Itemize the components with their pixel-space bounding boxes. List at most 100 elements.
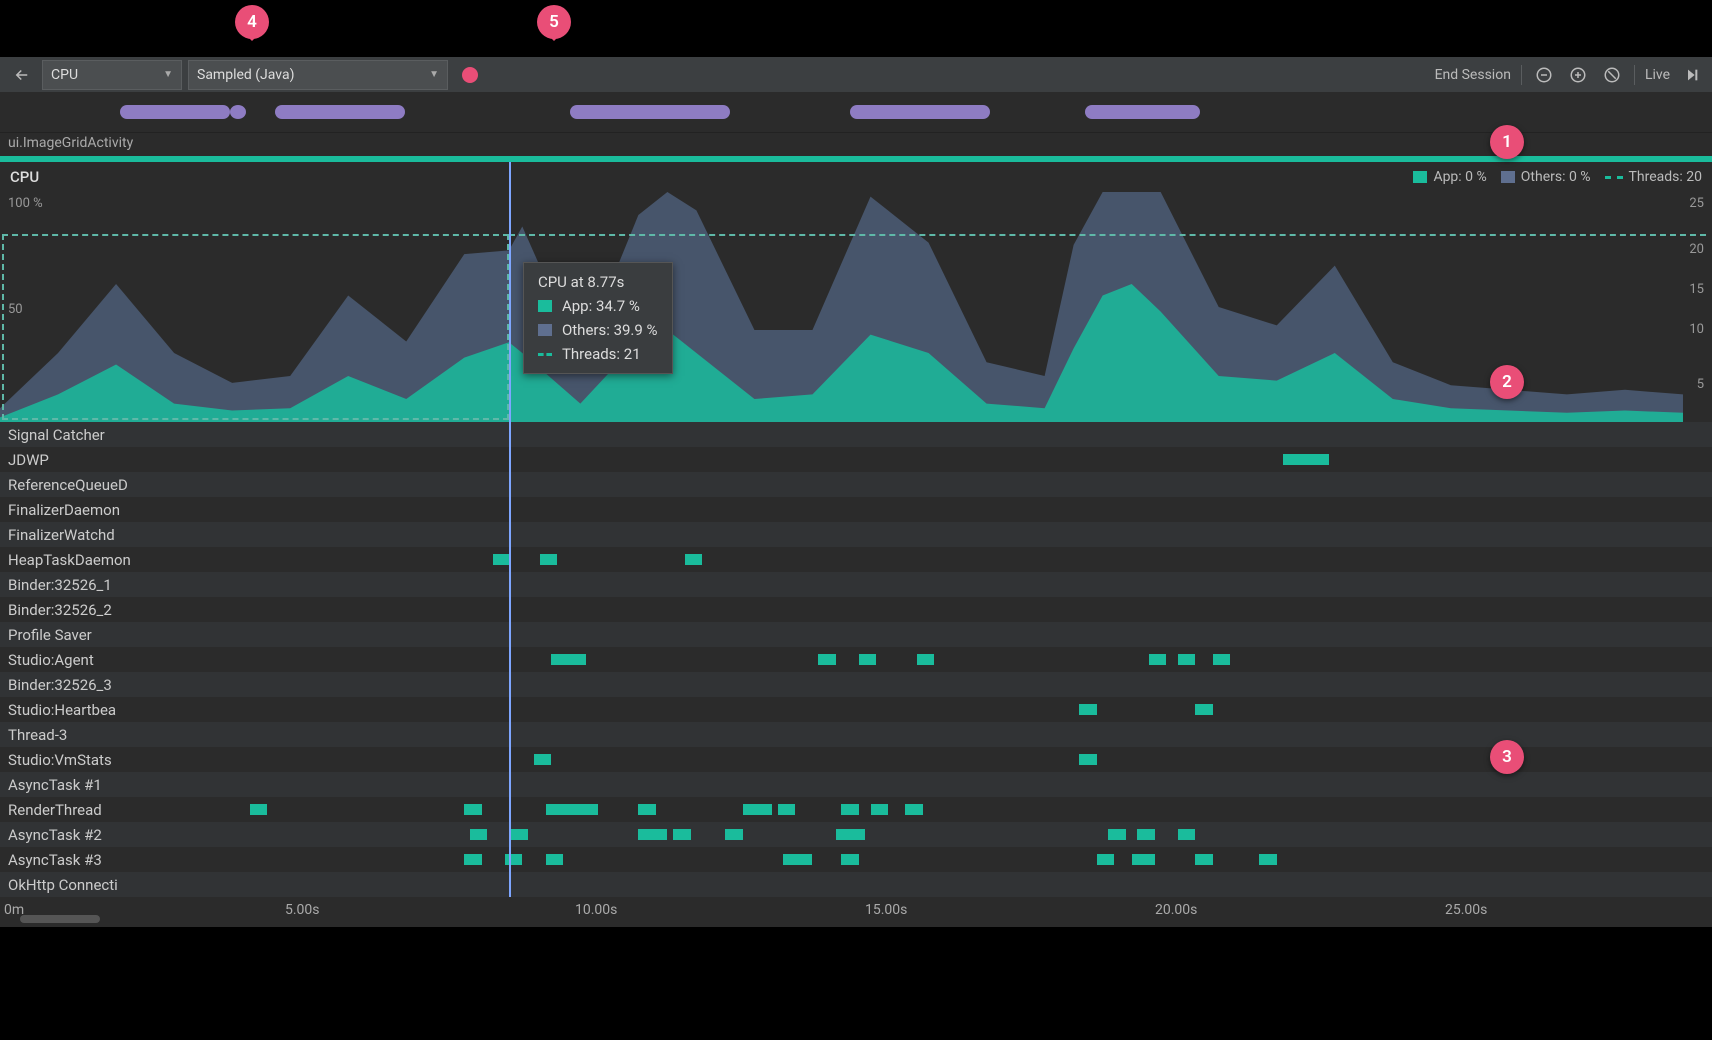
activity-bar: ui.ImageGridActivity <box>0 133 1712 156</box>
thread-row[interactable]: FinalizerWatchd <box>0 522 1712 547</box>
time-marker[interactable] <box>509 162 511 897</box>
threads-panel[interactable]: Signal Catcher JDWP ReferenceQueueD Finaliz… <box>0 422 1712 897</box>
trace-config-label: Sampled (Java) <box>197 67 294 83</box>
chevron-down-icon: ▼ <box>153 69 173 80</box>
thread-activity <box>464 804 481 815</box>
thread-activity <box>1195 854 1212 865</box>
time-tick: 20.00s <box>1155 902 1197 918</box>
thread-activity <box>1132 854 1155 865</box>
thread-label: ReferenceQueueD <box>8 476 128 494</box>
thread-activity <box>505 854 522 865</box>
thread-row[interactable]: FinalizerDaemon <box>0 497 1712 522</box>
thread-activity <box>818 654 835 665</box>
thread-activity <box>534 754 551 765</box>
thread-label: AsyncTask #1 <box>8 776 102 794</box>
thread-label: Studio:Agent <box>8 651 94 669</box>
time-tick: 5.00s <box>285 902 320 918</box>
thread-activity <box>470 829 487 840</box>
thread-activity <box>743 804 772 815</box>
cpu-tooltip: CPU at 8.77s App: 34.7 % Others: 39.9 % … <box>523 262 673 374</box>
cpu-title: CPU <box>10 168 39 186</box>
time-tick: 15.00s <box>865 902 907 918</box>
others-swatch <box>538 324 552 336</box>
thread-row[interactable]: Binder:32526_3 <box>0 672 1712 697</box>
thread-activity <box>638 804 655 815</box>
thread-label: FinalizerDaemon <box>8 501 120 519</box>
thread-label: OkHttp Connecti <box>8 876 118 894</box>
thread-activity <box>1108 829 1125 840</box>
thread-row[interactable]: Studio:VmStats <box>0 747 1712 772</box>
legend-threads: Threads: 20 <box>1629 169 1702 185</box>
thread-label: Studio:VmStats <box>8 751 112 769</box>
live-button[interactable]: Live <box>1645 67 1670 83</box>
user-event-dot <box>230 105 246 119</box>
thread-label: Studio:Heartbea <box>8 701 116 719</box>
profiler-select[interactable]: CPU ▼ <box>42 60 182 90</box>
thread-row[interactable]: Studio:Heartbea <box>0 697 1712 722</box>
thread-activity <box>1178 829 1195 840</box>
end-session-button[interactable]: End Session <box>1435 67 1511 83</box>
trace-config-select[interactable]: Sampled (Java) ▼ <box>188 60 448 90</box>
thread-activity <box>685 554 702 565</box>
thread-label: RenderThread <box>8 801 102 819</box>
thread-row[interactable]: AsyncTask #2 <box>0 822 1712 847</box>
zoom-out-button[interactable] <box>1532 63 1556 87</box>
thread-activity <box>1079 704 1096 715</box>
zoom-in-button[interactable] <box>1566 63 1590 87</box>
thread-row[interactable]: Thread-3 <box>0 722 1712 747</box>
thread-activity <box>1283 454 1329 465</box>
thread-activity <box>917 654 934 665</box>
legend-others: Others: 0 % <box>1521 169 1591 185</box>
thread-row[interactable]: AsyncTask #1 <box>0 772 1712 797</box>
thread-label: Thread-3 <box>8 726 67 744</box>
chevron-down-icon: ▼ <box>419 69 439 80</box>
back-button[interactable] <box>8 61 36 89</box>
thread-row[interactable]: Profile Saver <box>0 622 1712 647</box>
threads-swatch <box>538 353 552 356</box>
thread-row[interactable]: Signal Catcher <box>0 422 1712 447</box>
time-axis[interactable]: 0m 5.00s 10.00s 15.00s 20.00s 25.00s <box>0 897 1712 927</box>
thread-label: JDWP <box>8 451 49 469</box>
cpu-chart[interactable]: CPU App: 0 % Others: 0 % Threads: 20 100… <box>0 162 1712 422</box>
time-tick: 10.00s <box>575 902 617 918</box>
thread-row[interactable]: JDWP <box>0 447 1712 472</box>
time-tick: 25.00s <box>1445 902 1487 918</box>
thread-activity <box>725 829 742 840</box>
user-event <box>570 105 730 119</box>
tooltip-threads: Threads: 21 <box>562 345 641 363</box>
thread-activity <box>1259 854 1276 865</box>
thread-label: Profile Saver <box>8 626 92 644</box>
thread-row[interactable]: HeapTaskDaemon <box>0 547 1712 572</box>
profiler-select-label: CPU <box>51 67 78 83</box>
thread-row[interactable]: RenderThread <box>0 797 1712 822</box>
go-live-icon[interactable] <box>1680 63 1704 87</box>
thread-activity <box>783 854 812 865</box>
thread-activity <box>250 804 267 815</box>
thread-label: Binder:32526_2 <box>8 601 112 619</box>
thread-activity <box>1079 754 1096 765</box>
thread-label: Binder:32526_3 <box>8 676 112 694</box>
thread-activity <box>546 804 581 815</box>
thread-row[interactable]: ReferenceQueueD <box>0 472 1712 497</box>
thread-row[interactable]: Binder:32526_2 <box>0 597 1712 622</box>
thread-row[interactable]: AsyncTask #3 <box>0 847 1712 872</box>
tooltip-header: CPU at 8.77s <box>538 273 658 291</box>
callout-5: 5 <box>537 5 571 39</box>
selection-box[interactable] <box>2 234 509 420</box>
thread-row[interactable]: Binder:32526_1 <box>0 572 1712 597</box>
thread-activity <box>511 829 528 840</box>
callout-1: 1 <box>1490 125 1524 159</box>
thread-activity <box>1149 654 1166 665</box>
thread-activity <box>1178 654 1195 665</box>
thread-activity <box>841 854 858 865</box>
thread-label: Signal Catcher <box>8 426 105 444</box>
reset-zoom-button[interactable] <box>1600 63 1624 87</box>
thread-activity <box>540 554 557 565</box>
thread-row[interactable]: OkHttp Connecti <box>0 872 1712 897</box>
events-timeline[interactable] <box>0 93 1712 133</box>
thread-activity <box>841 804 858 815</box>
record-button[interactable] <box>462 67 478 83</box>
legend-app: App: 0 % <box>1433 169 1486 185</box>
thread-row[interactable]: Studio:Agent <box>0 647 1712 672</box>
timeline-scrollbar[interactable] <box>20 915 100 923</box>
